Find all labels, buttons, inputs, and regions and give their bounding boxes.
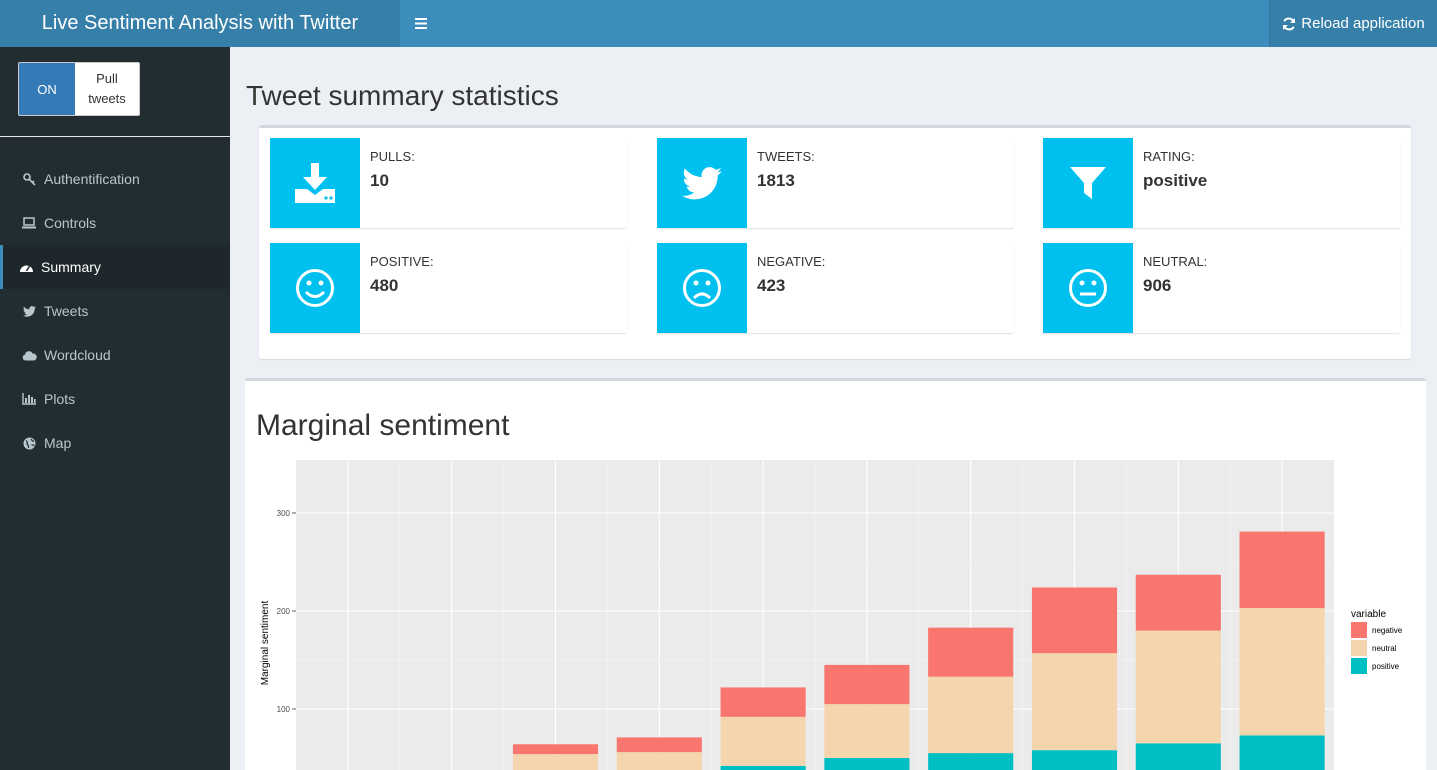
switch-label-line2: tweets [88,91,126,106]
sidebar-item-label: Tweets [44,303,89,319]
sidebar-menu: Authentification Controls Summary Tweets… [0,157,230,465]
twitter-icon [657,138,747,228]
bar-positive [1031,750,1118,770]
sidebar-item-label: Map [44,435,72,451]
info-box-positive: POSITIVE: 480 [270,243,627,333]
bar-negative [1031,587,1118,654]
y-axis: 100 200 300 [277,509,296,714]
info-box-label: TWEETS: [757,149,815,164]
bar-negative [616,737,702,753]
app-title-text: Live Sentiment Analysis with Twitter [41,12,359,34]
sidebar-item-summary[interactable]: Summary [0,245,230,289]
legend-key-negative [1351,622,1367,638]
y-tick-label: 200 [277,607,291,616]
info-box-rating: RATING: positive [1043,138,1400,228]
info-box-tweets: TWEETS: 1813 [657,138,1014,228]
legend-label-negative: negative [1372,626,1403,635]
bar-positive [928,753,1014,770]
info-box-label: NEGATIVE: [757,254,826,269]
bar-neutral [1135,630,1221,744]
bar-positive [720,765,806,770]
reload-application-button[interactable]: Reload application [1269,0,1437,47]
info-box-label: POSITIVE: [370,254,434,269]
sidebar-item-map[interactable]: Map [0,421,230,465]
sidebar-item-label: Controls [44,215,97,231]
y-tick-label: 100 [277,705,291,714]
bar-positive [824,758,910,770]
bar-negative [1239,531,1325,609]
download-icon [270,138,360,228]
sidebar-item-tweets[interactable]: Tweets [0,289,230,333]
info-box-value: 480 [370,276,399,295]
bar-positive [1239,735,1325,770]
sidebar: ON Pull tweets Authentification Controls … [0,47,230,770]
y-tick-label: 300 [277,509,291,518]
bar-neutral [512,754,599,770]
frown-icon [657,243,747,333]
sidebar-item-label: Plots [44,391,76,407]
bar-neutral [616,752,702,770]
info-box-label: RATING: [1143,149,1195,164]
info-box-value: 1813 [757,171,795,190]
refresh-icon [1283,17,1296,30]
legend-label-positive: positive [1372,662,1400,671]
bar-negative [1135,574,1221,631]
y-axis-label: Marginal sentiment [260,601,271,686]
bar-neutral [1239,608,1325,736]
legend-key-positive [1351,658,1367,674]
switch-label-line1: Pull [96,71,118,86]
dashboard-icon [18,260,34,274]
marginal-sentiment-chart: 100 200 300 Marginal sentiment variable ne… [260,460,1403,770]
filter-icon [1043,138,1133,228]
sidebar-item-label: Wordcloud [44,347,111,363]
cloud-icon [21,348,37,362]
info-box-value: 906 [1143,276,1172,295]
legend-title: variable [1351,609,1386,620]
bar-negative [824,664,910,705]
reload-label: Reload application [1301,15,1425,32]
bar-neutral [720,716,806,766]
info-box-label: NEUTRAL: [1143,254,1208,269]
info-box-value: positive [1143,171,1208,190]
bar-neutral [824,704,910,758]
info-box-label: PULLS: [370,149,415,164]
sidebar-item-label: Authentification [44,171,140,187]
bar-neutral [1031,653,1118,751]
info-box-value: 10 [370,171,389,190]
switch-on-state[interactable]: ON [19,63,75,115]
sidebar-item-authentification[interactable]: Authentification [0,157,230,201]
plot-title: Marginal sentiment [256,409,510,442]
info-box-negative: NEGATIVE: 423 [657,243,1014,333]
globe-icon [21,436,37,450]
legend-label-neutral: neutral [1372,644,1397,653]
switch-label: Pull tweets [75,63,139,115]
legend: variable negative neutral positive [1351,609,1403,674]
key-icon [21,172,37,186]
pull-tweets-switch[interactable]: ON Pull tweets [18,62,140,116]
bar-neutral [928,676,1014,754]
sidebar-item-label: Summary [41,259,101,275]
bar-positive [1135,743,1221,770]
bar-negative [720,687,806,717]
app-title[interactable]: Live Sentiment Analysis with Twitter [0,0,400,47]
info-box-pulls: PULLS: 10 [270,138,627,228]
info-box-value: 423 [757,276,786,295]
page-title: Tweet summary statistics [246,80,559,111]
meh-icon [1043,243,1133,333]
sidebar-item-plots[interactable]: Plots [0,377,230,421]
sidebar-item-controls[interactable]: Controls [0,201,230,245]
bar-negative [512,744,599,755]
legend-key-neutral [1351,640,1367,656]
laptop-icon [21,216,37,230]
bar-negative [928,627,1014,677]
pull-tweets-switch-area: ON Pull tweets [0,47,230,137]
bar-chart-icon [21,392,37,406]
sidebar-item-wordcloud[interactable]: Wordcloud [0,333,230,377]
hamburger-icon [415,18,427,29]
twitter-icon [21,304,37,318]
info-box-neutral: NEUTRAL: 906 [1043,243,1400,333]
smile-icon [270,243,360,333]
sidebar-toggle-button[interactable] [400,0,442,47]
